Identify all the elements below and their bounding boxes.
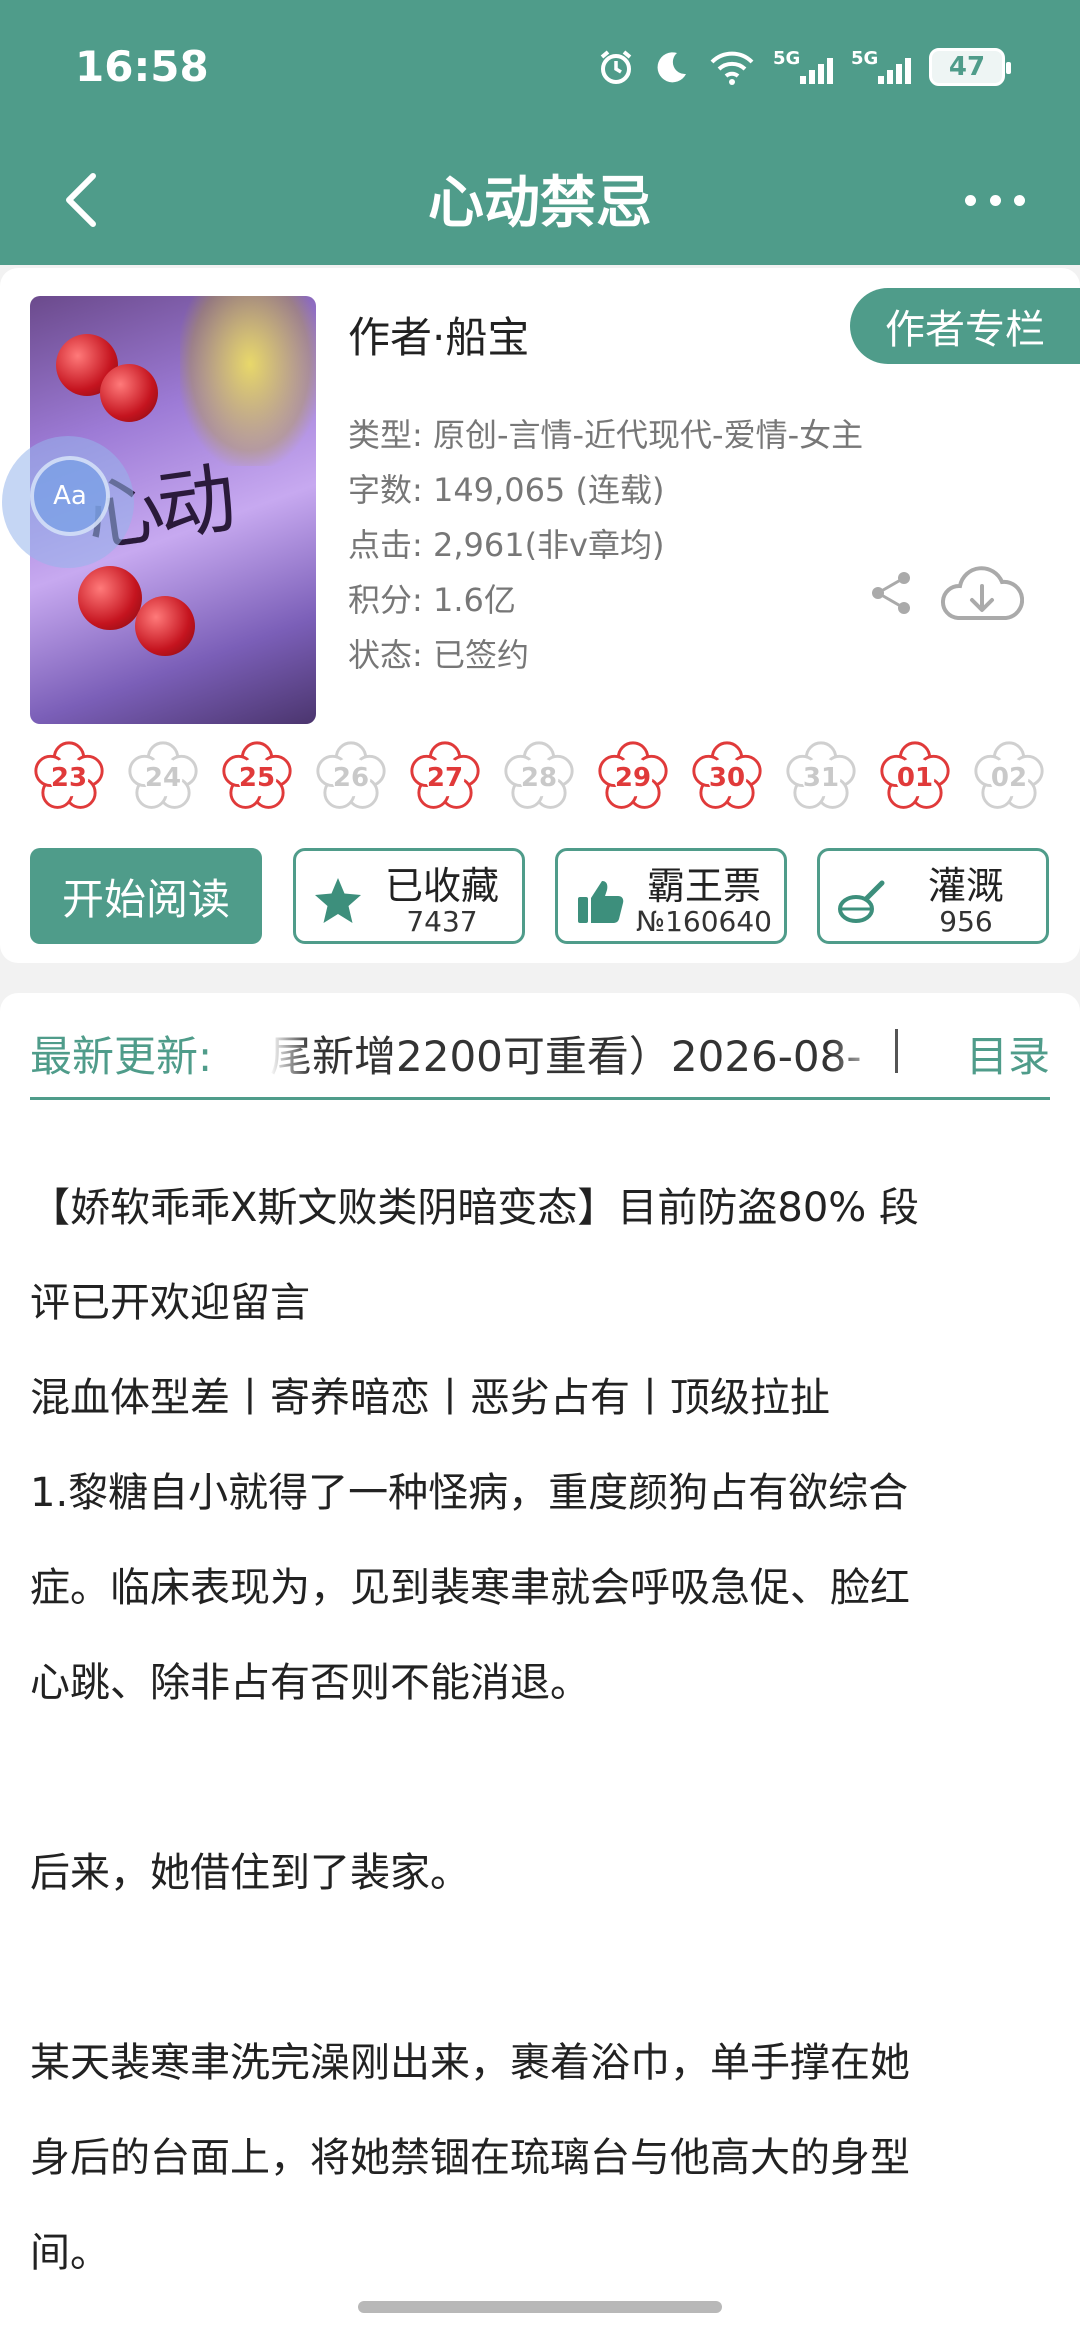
nutrient-button[interactable]: 灌溉 956 (817, 848, 1049, 944)
text-size-icon: Aa (30, 456, 110, 536)
intro-line (30, 1731, 1060, 1826)
vote-button[interactable]: 霸王票 №160640 (555, 848, 787, 944)
intro-text: 【娇软乖乖X斯文败类阴暗变态】目前防盗80% 段评已开欢迎留言混血体型差丨寄养暗… (30, 1161, 1060, 2301)
reader-settings-button[interactable]: Aa (2, 436, 134, 568)
book-introduction: 【娇软乖乖X斯文败类阴暗变态】目前防盗80% 段评已开欢迎留言混血体型差丨寄养暗… (0, 1133, 1080, 2338)
status-bar: 16:58 5G 5G 47 (0, 0, 1080, 140)
date-label: 25 (238, 763, 276, 793)
date-flower-30: 30 (688, 738, 766, 816)
meta-word-count: 字数: 149,065 (连载) (348, 471, 665, 509)
signal-icon-1: 5G (773, 48, 833, 86)
intro-line: 心跳、除非占有否则不能消退。 (30, 1660, 590, 1706)
meta-status: 状态: 已签约 (348, 636, 529, 674)
watering-icon (838, 880, 885, 923)
intro-line: 症。临床表现为，见到裴寒聿就会呼吸急促、脸红 (30, 1565, 910, 1611)
date-label: 31 (802, 763, 840, 793)
moon-icon (653, 48, 691, 86)
latest-update-text[interactable]: 尾新增2200可重看）2026-08- (270, 1023, 890, 1083)
intro-line: 【娇软乖乖X斯文败类阴暗变态】目前防盗80% 段 (30, 1185, 920, 1231)
more-options-button[interactable] (965, 180, 1025, 220)
date-flower-29: 29 (594, 738, 672, 816)
network-type-1: 5G (773, 48, 801, 69)
book-meta: 类型: 原创-言情-近代现代-爱情-女主 字数: 149,065 (连载) 点击… (348, 408, 863, 683)
signal-icon-2: 5G (851, 48, 911, 86)
latest-update-bar: 最新更新: 尾新增2200可重看）2026-08- 目录 (0, 993, 1080, 1133)
intro-line: 间。 (30, 2230, 110, 2276)
date-flower-28: 28 (500, 738, 578, 816)
date-label: 26 (332, 763, 370, 793)
date-flower-31: 31 (782, 738, 860, 816)
collect-button[interactable]: 已收藏 7437 (293, 848, 525, 944)
table-of-contents-link[interactable]: 目录 (966, 1023, 1050, 1084)
network-type-2: 5G (851, 48, 879, 69)
date-flower-02: 02 (970, 738, 1048, 816)
book-info-card: 心动 作者·船宝 作者专栏 类型: 原创-言情-近代现代-爱情-女主 字数: 1… (0, 268, 1080, 963)
date-flower-27: 27 (406, 738, 484, 816)
author-name[interactable]: 作者·船宝 (348, 304, 529, 365)
action-row: 开始阅读 已收藏 7437 霸王票 №160640 灌溉 956 (0, 848, 1080, 948)
battery-level: 47 (948, 52, 986, 82)
star-icon (315, 878, 361, 923)
date-label: 02 (990, 763, 1028, 793)
intro-line: 1.黎糖自小就得了一种怪病，重度颜狗占有欲综合 (30, 1470, 909, 1516)
status-icons: 5G 5G 47 (597, 48, 1011, 86)
thumbs-up-icon (578, 881, 624, 923)
date-label: 23 (50, 763, 88, 793)
date-flower-25: 25 (218, 738, 296, 816)
update-calendar: 23 24 25 26 27 28 29 30 31 01 02 (30, 738, 1080, 818)
meta-genre: 类型: 原创-言情-近代现代-爱情-女主 (348, 416, 864, 454)
intro-line (30, 1921, 1060, 2016)
nav-bar: 心动禁忌 (0, 140, 1080, 265)
date-label: 24 (144, 763, 182, 793)
download-icon[interactable] (940, 564, 1025, 624)
divider (895, 1029, 898, 1073)
start-reading-button[interactable]: 开始阅读 (30, 848, 262, 944)
date-flower-23: 23 (30, 738, 108, 816)
meta-clicks: 点击: 2,961(非v章均) (348, 526, 665, 564)
underline-divider (30, 1097, 1050, 1100)
share-icon[interactable] (866, 568, 916, 618)
nutrient-count: 956 (939, 905, 993, 938)
wifi-icon (709, 48, 755, 86)
intro-line: 某天裴寒聿洗完澡刚出来，裹着浴巾，单手撑在她 (30, 2040, 910, 2086)
meta-points: 积分: 1.6亿 (348, 581, 516, 619)
clock: 16:58 (75, 42, 209, 91)
date-label: 30 (708, 763, 746, 793)
intro-line: 评已开欢迎留言 (30, 1280, 310, 1326)
date-flower-24: 24 (124, 738, 202, 816)
intro-line: 后来，她借住到了裴家。 (30, 1850, 470, 1896)
date-label: 29 (614, 763, 652, 793)
collect-label: 已收藏 (384, 864, 499, 908)
top-bar: 16:58 5G 5G 47 心动禁忌 (0, 0, 1080, 265)
latest-update-label: 最新更新: (30, 1032, 213, 1081)
page-title: 心动禁忌 (428, 171, 652, 236)
intro-line: 混血体型差丨寄养暗恋丨恶劣占有丨顶级拉扯 (30, 1375, 830, 1421)
vote-count: №160640 (635, 905, 772, 938)
collect-count: 7437 (406, 905, 478, 938)
date-flower-01: 01 (876, 738, 954, 816)
author-column-button[interactable]: 作者专栏 (850, 288, 1080, 364)
date-label: 28 (520, 763, 558, 793)
date-label: 01 (896, 763, 934, 793)
intro-line: 身后的台面上，将她禁锢在琉璃台与他高大的身型 (30, 2135, 910, 2181)
date-label: 27 (426, 763, 464, 793)
date-flower-26: 26 (312, 738, 390, 816)
nutrient-label: 灌溉 (927, 864, 1004, 908)
alarm-icon (597, 48, 635, 86)
vote-label: 霸王票 (646, 864, 761, 908)
battery-icon: 47 (929, 48, 1011, 86)
home-indicator[interactable] (358, 2301, 722, 2313)
